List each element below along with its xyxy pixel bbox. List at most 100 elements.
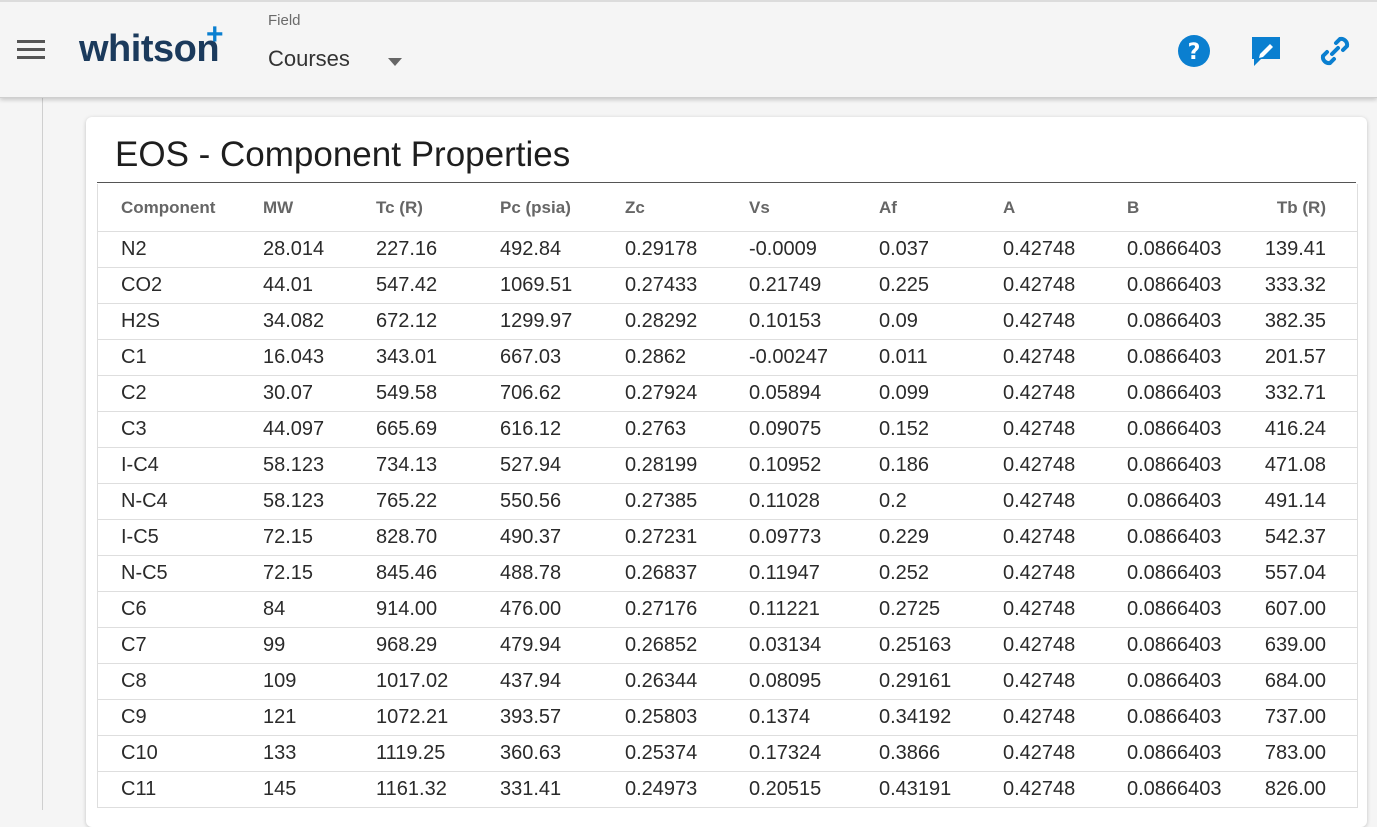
table-cell: 0.25803 bbox=[625, 699, 749, 736]
column-header[interactable]: Vs bbox=[749, 184, 879, 232]
table-cell: 734.13 bbox=[376, 447, 500, 484]
field-select[interactable]: Courses bbox=[268, 46, 402, 78]
table-cell: 490.37 bbox=[500, 519, 625, 556]
column-header[interactable]: A bbox=[1003, 184, 1127, 232]
table-cell: 665.69 bbox=[376, 411, 500, 448]
table-cell: 1299.97 bbox=[500, 303, 625, 340]
table-row[interactable]: N2 28.014 227.16 492.84 0.29178 -0.0009 0.037 0… bbox=[98, 231, 1357, 268]
field-select-value: Courses bbox=[268, 46, 350, 71]
component-properties-table: Component MW Tc (R) Pc (psia) Zc Vs Af A B Tb (R)… bbox=[98, 184, 1357, 808]
table-row[interactable]: N-C5 72.15 845.46 488.78 0.26837 0.11947 0.252… bbox=[98, 555, 1357, 592]
table-cell: C10 bbox=[98, 735, 263, 772]
table-cell: -0.0009 bbox=[749, 231, 879, 268]
table-cell: 0.42748 bbox=[1003, 591, 1127, 628]
table-cell: C11 bbox=[98, 771, 263, 808]
table-cell: 0.21749 bbox=[749, 267, 879, 304]
table-header-row: Component MW Tc (R) Pc (psia) Zc Vs Af A B Tb (R) bbox=[98, 184, 1357, 232]
table-cell: 0.0866403 bbox=[1127, 267, 1262, 304]
table-cell: 0.25374 bbox=[625, 735, 749, 772]
table-cell: 0.0866403 bbox=[1127, 627, 1262, 664]
table-cell: 28.014 bbox=[263, 231, 376, 268]
table-cell: 667.03 bbox=[500, 339, 625, 376]
table-row[interactable]: C6 84 914.00 476.00 0.27176 0.11221 0.2725 0.42… bbox=[98, 591, 1357, 628]
table-row[interactable]: C7 99 968.29 479.94 0.26852 0.03134 0.25163 0.4… bbox=[98, 627, 1357, 664]
table-cell: 0.2862 bbox=[625, 339, 749, 376]
whitson-logo[interactable]: whitson + bbox=[79, 18, 224, 71]
logo-text: whitson bbox=[79, 28, 220, 70]
table-row[interactable]: C1 16.043 343.01 667.03 0.2862 -0.00247 0.011 0… bbox=[98, 339, 1357, 376]
table-cell: 99 bbox=[263, 627, 376, 664]
table-cell: 0.11221 bbox=[749, 591, 879, 628]
table-cell: 0.229 bbox=[879, 519, 1003, 556]
table-row[interactable]: C11 145 1161.32 331.41 0.24973 0.20515 0.43191… bbox=[98, 771, 1357, 808]
table-cell: C6 bbox=[98, 591, 263, 628]
table-row[interactable]: C8 109 1017.02 437.94 0.26344 0.08095 0.29161 0… bbox=[98, 663, 1357, 700]
table-cell: C3 bbox=[98, 411, 263, 448]
table-cell: 0.0866403 bbox=[1127, 519, 1262, 556]
table-cell: -0.00247 bbox=[749, 339, 879, 376]
table-cell: 0.27924 bbox=[625, 375, 749, 412]
link-icon[interactable] bbox=[1318, 34, 1352, 68]
table-cell: 550.56 bbox=[500, 483, 625, 520]
table-cell: 0.42748 bbox=[1003, 735, 1127, 772]
table-cell: 58.123 bbox=[263, 447, 376, 484]
table-cell: 0.42748 bbox=[1003, 627, 1127, 664]
table-body: N2 28.014 227.16 492.84 0.29178 -0.0009 0.037 0… bbox=[98, 231, 1357, 808]
table-cell: 0.26852 bbox=[625, 627, 749, 664]
column-header[interactable]: Zc bbox=[625, 184, 749, 232]
table-cell: 737.00 bbox=[1262, 699, 1357, 736]
column-header[interactable]: B bbox=[1127, 184, 1262, 232]
column-header[interactable]: Component bbox=[98, 184, 263, 232]
table-row[interactable]: H2S 34.082 672.12 1299.97 0.28292 0.10153 0.09… bbox=[98, 303, 1357, 340]
table-cell: 0.42748 bbox=[1003, 267, 1127, 304]
table-cell: 0.08095 bbox=[749, 663, 879, 700]
table-cell: 16.043 bbox=[263, 339, 376, 376]
table-cell: N2 bbox=[98, 231, 263, 268]
table-cell: 0.09 bbox=[879, 303, 1003, 340]
table-cell: 479.94 bbox=[500, 627, 625, 664]
table-row[interactable]: CO2 44.01 547.42 1069.51 0.27433 0.21749 0.225… bbox=[98, 267, 1357, 304]
column-header[interactable]: Tc (R) bbox=[376, 184, 500, 232]
table-cell: 492.84 bbox=[500, 231, 625, 268]
table-cell: 332.71 bbox=[1262, 375, 1357, 412]
table-row[interactable]: I-C4 58.123 734.13 527.94 0.28199 0.10952 0.18… bbox=[98, 447, 1357, 484]
table-cell: 0.10952 bbox=[749, 447, 879, 484]
table-cell: 0.0866403 bbox=[1127, 483, 1262, 520]
table-cell: 0.2763 bbox=[625, 411, 749, 448]
table-cell: 0.09773 bbox=[749, 519, 879, 556]
table-cell: 476.00 bbox=[500, 591, 625, 628]
help-icon[interactable]: ? bbox=[1177, 34, 1211, 68]
table-cell: 783.00 bbox=[1262, 735, 1357, 772]
table-cell: 616.12 bbox=[500, 411, 625, 448]
table-cell: 0.42748 bbox=[1003, 447, 1127, 484]
table-row[interactable]: C10 133 1119.25 360.63 0.25374 0.17324 0.3866 0… bbox=[98, 735, 1357, 772]
table-cell: 0.42748 bbox=[1003, 771, 1127, 808]
column-header[interactable]: Tb (R) bbox=[1262, 184, 1357, 232]
table-cell: 1119.25 bbox=[376, 735, 500, 772]
sidebar-divider bbox=[42, 98, 43, 810]
table-cell: 109 bbox=[263, 663, 376, 700]
table-cell: 0.0866403 bbox=[1127, 555, 1262, 592]
table-row[interactable]: N-C4 58.123 765.22 550.56 0.27385 0.11028 0.2 0… bbox=[98, 483, 1357, 520]
column-header[interactable]: Af bbox=[879, 184, 1003, 232]
table-row[interactable]: I-C5 72.15 828.70 490.37 0.27231 0.09773 0.229… bbox=[98, 519, 1357, 556]
component-properties-card: EOS - Component Properties Component MW Tc… bbox=[86, 117, 1367, 827]
table-row[interactable]: C3 44.097 665.69 616.12 0.2763 0.09075 0.152 0.… bbox=[98, 411, 1357, 448]
svg-text:?: ? bbox=[1188, 40, 1201, 65]
table-cell: 0.2 bbox=[879, 483, 1003, 520]
table-row[interactable]: C2 30.07 549.58 706.62 0.27924 0.05894 0.099 0.… bbox=[98, 375, 1357, 412]
table-row[interactable]: C9 121 1072.21 393.57 0.25803 0.1374 0.34192 0.… bbox=[98, 699, 1357, 736]
table-cell: 0.42748 bbox=[1003, 231, 1127, 268]
table-cell: 72.15 bbox=[263, 519, 376, 556]
feedback-icon[interactable] bbox=[1249, 34, 1283, 68]
table-cell: 607.00 bbox=[1262, 591, 1357, 628]
column-header[interactable]: MW bbox=[263, 184, 376, 232]
table-cell: 0.24973 bbox=[625, 771, 749, 808]
table-cell: 44.097 bbox=[263, 411, 376, 448]
table-cell: 1069.51 bbox=[500, 267, 625, 304]
table-cell: 133 bbox=[263, 735, 376, 772]
table-cell: 0.27231 bbox=[625, 519, 749, 556]
field-label: Field bbox=[268, 12, 301, 29]
column-header[interactable]: Pc (psia) bbox=[500, 184, 625, 232]
menu-icon[interactable] bbox=[17, 40, 45, 60]
